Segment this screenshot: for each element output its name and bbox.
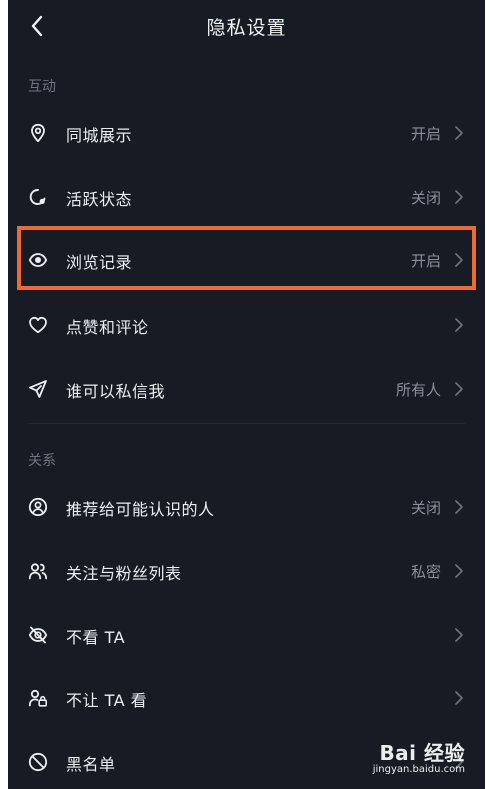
watermark-logo-text: Bai 经验 xyxy=(379,741,465,765)
setting-row-nearby-display[interactable]: 同城展示 开启 xyxy=(8,101,485,165)
chevron-right-icon xyxy=(453,690,465,706)
location-pin-icon xyxy=(28,123,48,143)
header: 隐私设置 xyxy=(8,0,485,52)
chevron-right-icon xyxy=(453,381,465,397)
chevron-right-icon xyxy=(453,125,465,141)
setting-value: 关闭 xyxy=(410,189,441,207)
watermark-url: jingyan.baidu.com xyxy=(372,764,465,775)
setting-value: 开启 xyxy=(410,125,441,143)
baidu-jingyan-watermark: Bai 经验 jingyan.baidu.com xyxy=(373,737,465,775)
section-title-interaction: 互动 xyxy=(28,79,56,95)
setting-row-dont-see-them[interactable]: 不看 TA xyxy=(8,603,485,667)
setting-value: 关闭 xyxy=(410,499,441,517)
setting-label: 点赞和评论 xyxy=(66,318,149,337)
setting-value: 私密 xyxy=(410,563,441,581)
setting-label: 不看 TA xyxy=(66,628,126,647)
chevron-right-icon xyxy=(453,563,465,579)
block-icon xyxy=(28,752,48,772)
setting-value: 开启 xyxy=(410,252,441,270)
user-lock-icon xyxy=(28,688,48,708)
setting-label: 谁可以私信我 xyxy=(66,382,166,401)
privacy-settings-screen: 隐私设置 互动 同城展示 开启 活跃状态 关闭 浏览记录 开启 点赞和评论 谁可… xyxy=(8,0,485,789)
chevron-right-icon xyxy=(453,252,465,268)
section-divider xyxy=(28,423,465,424)
chevron-right-icon xyxy=(453,499,465,515)
setting-value: 所有人 xyxy=(395,381,441,399)
setting-row-recommend-to-acquaintances[interactable]: 推荐给可能认识的人 关闭 xyxy=(8,475,485,539)
chevron-right-icon xyxy=(453,627,465,643)
setting-row-who-can-message[interactable]: 谁可以私信我 所有人 xyxy=(8,357,485,421)
setting-label: 推荐给可能认识的人 xyxy=(66,500,215,519)
setting-row-browsing-history[interactable]: 浏览记录 开启 xyxy=(8,228,485,292)
setting-label: 不让 TA 看 xyxy=(66,691,148,710)
setting-label: 浏览记录 xyxy=(66,253,133,272)
eye-icon xyxy=(28,250,48,270)
heart-icon xyxy=(28,315,48,335)
user-circle-icon xyxy=(28,497,48,517)
section-title-relations: 关系 xyxy=(28,453,56,469)
setting-row-dont-let-them-see[interactable]: 不让 TA 看 xyxy=(8,666,485,730)
setting-label: 黑名单 xyxy=(66,755,116,774)
setting-label: 同城展示 xyxy=(66,126,133,145)
setting-label: 关注与粉丝列表 xyxy=(66,564,182,583)
page-title: 隐私设置 xyxy=(206,17,287,39)
send-icon xyxy=(28,379,48,399)
eye-off-icon xyxy=(28,625,48,645)
setting-row-likes-and-comments[interactable]: 点赞和评论 xyxy=(8,293,485,357)
users-icon xyxy=(28,561,48,581)
setting-row-following-and-followers-list[interactable]: 关注与粉丝列表 私密 xyxy=(8,539,485,603)
activity-status-icon xyxy=(28,187,48,207)
chevron-right-icon xyxy=(453,317,465,333)
chevron-right-icon xyxy=(453,189,465,205)
setting-row-active-status[interactable]: 活跃状态 关闭 xyxy=(8,165,485,229)
setting-label: 活跃状态 xyxy=(66,190,133,209)
